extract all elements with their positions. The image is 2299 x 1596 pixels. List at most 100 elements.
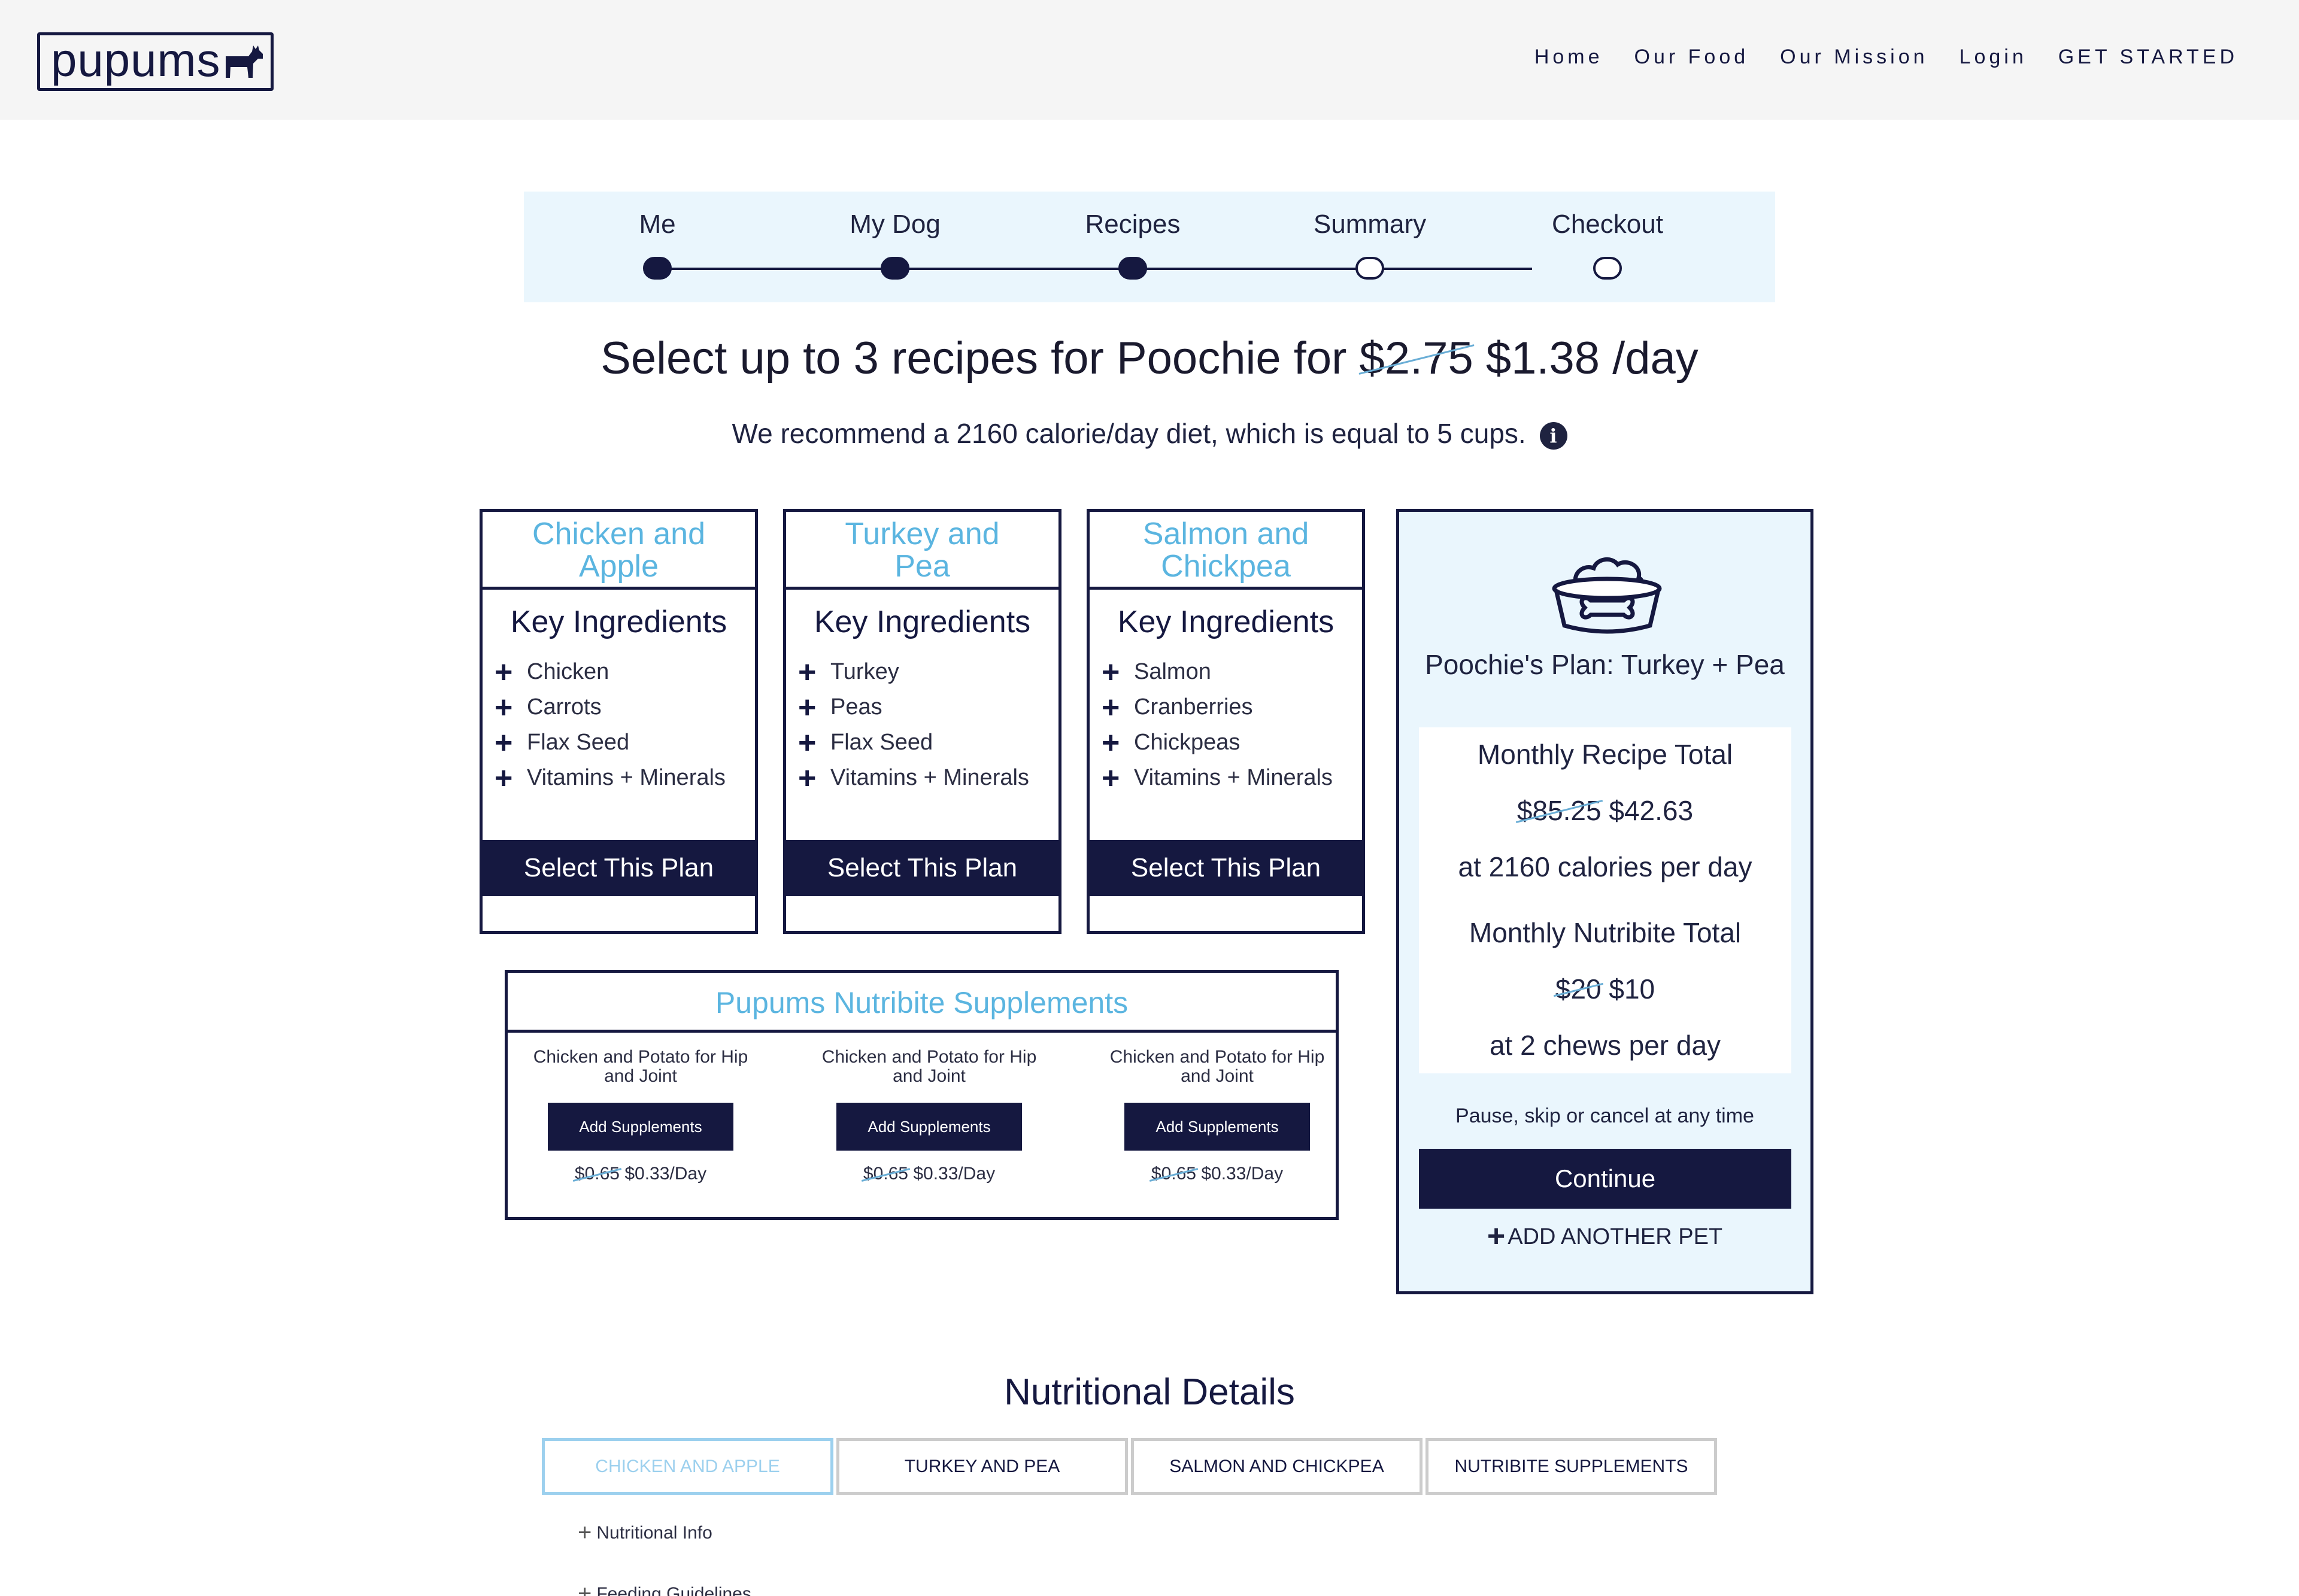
step-checkout: Checkout bbox=[1518, 210, 1697, 239]
add-supplements-button[interactable]: Add Supplements bbox=[836, 1103, 1022, 1151]
list-item: + Salmon bbox=[1102, 654, 1362, 690]
accordion-label: Nutritional Info bbox=[596, 1523, 712, 1543]
add-supplements-button[interactable]: Add Supplements bbox=[548, 1103, 733, 1151]
step-label: Me bbox=[639, 210, 676, 239]
step-summary: Summary bbox=[1280, 210, 1460, 239]
tab-chicken-and-apple[interactable]: CHICKEN AND APPLE bbox=[542, 1438, 833, 1495]
accordion-label: Feeding Guidelines bbox=[596, 1584, 751, 1596]
list-item: + Chickpeas bbox=[1102, 725, 1362, 760]
step-dot-complete bbox=[881, 257, 909, 280]
recipe-title-line: Turkey and bbox=[845, 517, 1000, 551]
step-label: Summary bbox=[1313, 210, 1427, 239]
plus-icon: + bbox=[1102, 690, 1120, 725]
nutritional-details-title: Nutritional Details bbox=[1004, 1372, 1295, 1413]
ingredient: Vitamins + Minerals bbox=[527, 765, 726, 790]
ingredient-list: + Chicken + Carrots + Flax Seed + Vitamins +… bbox=[483, 654, 755, 796]
old-price: $0.65 bbox=[574, 1164, 620, 1184]
new-price: $10 bbox=[1609, 973, 1655, 1005]
select-plan-button[interactable]: Select This Plan bbox=[1090, 840, 1362, 896]
recipe-card-chicken-apple: Chicken and Apple Key Ingredients + Chick… bbox=[480, 509, 758, 934]
info-circle-icon[interactable]: i bbox=[1539, 421, 1567, 450]
nav-our-food[interactable]: Our Food bbox=[1634, 45, 1749, 69]
add-supplements-button[interactable]: Add Supplements bbox=[1124, 1103, 1310, 1151]
add-pet-label: ADD ANOTHER PET bbox=[1508, 1224, 1723, 1249]
key-ingredients-heading: Key Ingredients bbox=[510, 605, 727, 639]
dog-icon bbox=[225, 45, 263, 78]
recipe-title: Chicken and Apple bbox=[483, 512, 755, 590]
recipe-title-line: Pea bbox=[894, 549, 950, 584]
list-item: + Peas bbox=[798, 690, 1058, 725]
new-price: $0.33/Day bbox=[624, 1164, 707, 1184]
tab-salmon-and-chickpea[interactable]: SALMON AND CHICKPEA bbox=[1131, 1438, 1423, 1495]
select-plan-button[interactable]: Select This Plan bbox=[483, 840, 755, 896]
list-item: + Turkey bbox=[798, 654, 1058, 690]
nav-get-started[interactable]: GET STARTED bbox=[2058, 45, 2238, 69]
select-plan-button[interactable]: Select This Plan bbox=[786, 840, 1058, 896]
plan-name: Poochie's Plan: Turkey + Pea bbox=[1425, 649, 1785, 680]
calorie-recommendation: We recommend a 2160 calorie/day diet, wh… bbox=[0, 417, 2299, 450]
plus-icon: + bbox=[495, 760, 513, 796]
continue-button[interactable]: Continue bbox=[1419, 1149, 1791, 1209]
plan-summary-panel: Poochie's Plan: Turkey + Pea Monthly Rec… bbox=[1396, 509, 1813, 1294]
nav-login[interactable]: Login bbox=[1960, 45, 2027, 69]
step-label: Recipes bbox=[1085, 210, 1181, 239]
supplement-name: Chicken and Potato for Hip and Joint bbox=[803, 1048, 1055, 1096]
supplement-name: Chicken and Potato for Hip and Joint bbox=[1091, 1048, 1343, 1096]
supplement-item: Chicken and Potato for Hip and Joint Add… bbox=[1091, 1048, 1343, 1184]
nav-home[interactable]: Home bbox=[1534, 45, 1603, 69]
recipe-total-label: Monthly Recipe Total bbox=[1477, 739, 1733, 770]
list-item: + Flax Seed bbox=[495, 725, 755, 760]
plus-icon: + bbox=[1102, 725, 1120, 760]
supplement-price: $0.65 $0.33/Day bbox=[803, 1164, 1055, 1184]
recipe-title: Salmon and Chickpea bbox=[1090, 512, 1362, 590]
recipe-title-line: Chickpea bbox=[1161, 549, 1291, 584]
plan-totals: Monthly Recipe Total $85.25 $42.63 at 21… bbox=[1419, 727, 1791, 1073]
old-price: $0.65 bbox=[863, 1164, 908, 1184]
supplement-name: Chicken and Potato for Hip and Joint bbox=[515, 1048, 766, 1096]
old-price: $20 bbox=[1555, 973, 1602, 1005]
new-price: $0.33/Day bbox=[1201, 1164, 1284, 1184]
recipe-calorie-note: at 2160 calories per day bbox=[1458, 851, 1752, 882]
ingredient-list: + Turkey + Peas + Flax Seed + Vitamins + Min… bbox=[786, 654, 1058, 796]
ingredient: Vitamins + Minerals bbox=[1134, 765, 1333, 790]
dog-bowl-icon bbox=[1552, 557, 1662, 634]
recipe-card-turkey-pea: Turkey and Pea Key Ingredients + Turkey +… bbox=[783, 509, 1061, 934]
new-price: $1.38 /day bbox=[1485, 333, 1699, 384]
list-item: + Carrots bbox=[495, 690, 755, 725]
supplement-name-line: Chicken and Potato for Hip bbox=[533, 1047, 748, 1067]
plus-icon: + bbox=[1102, 654, 1120, 690]
ingredient: Turkey bbox=[830, 659, 899, 684]
logo-text: pupums bbox=[51, 34, 221, 86]
progress-line bbox=[657, 268, 1532, 270]
accordion-nutritional-info[interactable]: + Nutritional Info bbox=[578, 1519, 712, 1546]
supplement-name-line: Chicken and Potato for Hip bbox=[1109, 1047, 1325, 1067]
supplement-name-line: and Joint bbox=[893, 1066, 966, 1086]
tab-turkey-and-pea[interactable]: TURKEY AND PEA bbox=[836, 1438, 1128, 1495]
supplement-name-line: and Joint bbox=[1181, 1066, 1254, 1086]
step-recipes: Recipes bbox=[1043, 210, 1223, 239]
list-item: + Flax Seed bbox=[798, 725, 1058, 760]
recipe-title: Turkey and Pea bbox=[786, 512, 1058, 590]
nutribite-total-label: Monthly Nutribite Total bbox=[1469, 917, 1742, 948]
add-another-pet-link[interactable]: + ADD ANOTHER PET bbox=[1399, 1218, 1810, 1254]
ingredient: Chickpeas bbox=[1134, 730, 1241, 755]
accordion-feeding-guidelines[interactable]: + Feeding Guidelines bbox=[578, 1580, 751, 1596]
plus-icon: + bbox=[798, 690, 817, 725]
step-dot-pending bbox=[1355, 257, 1384, 280]
recipe-title-line: Apple bbox=[579, 549, 659, 584]
list-item: + Vitamins + Minerals bbox=[798, 760, 1058, 796]
nutrition-tabs: CHICKEN AND APPLE TURKEY AND PEA SALMON … bbox=[542, 1438, 1717, 1495]
ingredient: Chicken bbox=[527, 659, 609, 684]
supplement-item: Chicken and Potato for Hip and Joint Add… bbox=[515, 1048, 766, 1184]
recipe-title-line: Salmon and bbox=[1142, 517, 1309, 551]
step-me: Me bbox=[568, 210, 747, 239]
tab-nutribite-supplements[interactable]: NUTRIBITE SUPPLEMENTS bbox=[1425, 1438, 1717, 1495]
list-item: + Chicken bbox=[495, 654, 755, 690]
logo[interactable]: pupums bbox=[37, 32, 274, 91]
supplement-price: $0.65 $0.33/Day bbox=[515, 1164, 766, 1184]
plus-icon: + bbox=[495, 690, 513, 725]
new-price: $0.33/Day bbox=[913, 1164, 996, 1184]
key-ingredients-heading: Key Ingredients bbox=[814, 605, 1031, 639]
ingredient: Flax Seed bbox=[830, 730, 933, 755]
nav-our-mission[interactable]: Our Mission bbox=[1780, 45, 1928, 69]
